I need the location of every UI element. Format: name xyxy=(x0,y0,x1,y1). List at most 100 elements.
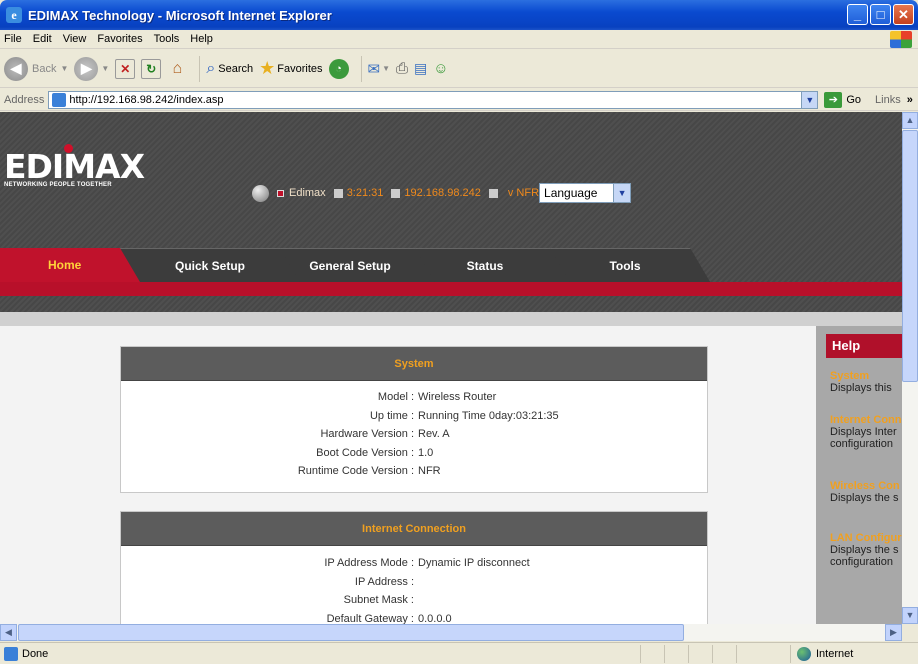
info-row-value: Running Time 0day:03:21:35 xyxy=(418,409,559,422)
scroll-down-icon[interactable]: ▼ xyxy=(902,607,918,624)
tab-tools-label: Tools xyxy=(609,258,641,273)
menu-file[interactable]: File xyxy=(4,33,22,45)
mail-button[interactable]: ✉ ▼ xyxy=(368,60,391,78)
info-row: Boot Code Version : 1.0 xyxy=(121,444,707,463)
info-row-value: Wireless Router xyxy=(418,391,497,404)
printer-icon: ⎙ xyxy=(396,60,409,77)
help-item-desc: configuration xyxy=(830,556,893,568)
maximize-button[interactable]: □ xyxy=(870,4,891,25)
page-header: EDIMAX NETWORKING PEOPLE TOGETHER Edimax… xyxy=(0,112,902,312)
help-title: Help xyxy=(826,334,902,358)
info-row-label: Boot Code Version : xyxy=(316,446,414,459)
media-button[interactable]: ◔ xyxy=(328,58,349,79)
scroll-right-icon[interactable]: ▶ xyxy=(885,624,902,641)
tab-underline-bar xyxy=(0,282,902,296)
print-button[interactable]: ⎙ xyxy=(396,60,408,77)
help-item-title[interactable]: Internet Conn xyxy=(830,414,902,426)
security-zone: Internet xyxy=(790,644,854,663)
address-bar: Address http://192.168.98.242/index.asp … xyxy=(0,89,918,111)
tab-status-label: Status xyxy=(466,258,504,273)
minimize-button[interactable]: _ xyxy=(847,4,868,25)
messenger-icon: ☺ xyxy=(433,60,449,77)
address-dropdown-icon[interactable]: ▼ xyxy=(801,91,818,108)
separator-icon xyxy=(391,188,401,198)
help-item: LAN Configur Displays the s configuratio… xyxy=(830,532,902,568)
language-select[interactable]: Language ▼ xyxy=(539,183,632,203)
help-item: Wireless Con Displays the s xyxy=(830,480,902,504)
info-row: Hardware Version : Rev. A xyxy=(121,425,707,444)
windows-logo-icon xyxy=(890,31,912,48)
system-panel: System Model : Wireless Router Up time : Ru… xyxy=(120,346,708,493)
star-icon: ★ xyxy=(259,58,276,78)
separator-icon xyxy=(488,188,498,198)
help-item-desc: configuration xyxy=(830,438,893,450)
chevron-down-icon: ▼ xyxy=(613,184,631,202)
edit-button[interactable]: ▤ xyxy=(414,60,427,77)
info-row: Up time : Running Time 0day:03:21:35 xyxy=(121,407,707,426)
bullet-icon xyxy=(277,189,284,197)
info-row-label: Up time : xyxy=(369,409,414,422)
refresh-button[interactable]: ↻ xyxy=(141,58,162,79)
page-done-icon xyxy=(4,646,18,661)
menu-tools[interactable]: Tools xyxy=(154,33,180,45)
nav-tabs: Tools Status General Setup Quick Setup H… xyxy=(0,248,902,282)
forward-button[interactable]: ▶ ▼ xyxy=(74,56,109,81)
help-item: System Displays this xyxy=(830,370,902,394)
info-row-label: Subnet Mask : xyxy=(343,594,414,607)
horizontal-scrollbar[interactable]: ◀ ▶ xyxy=(0,624,902,641)
zone-label: Internet xyxy=(816,647,854,660)
search-button[interactable]: ⌕ Search xyxy=(206,60,253,78)
mail-icon: ✉ xyxy=(367,60,381,78)
page-icon xyxy=(52,92,67,107)
help-item-title[interactable]: LAN Configur xyxy=(830,532,902,544)
menu-view[interactable]: View xyxy=(63,33,87,45)
status-text: Done xyxy=(22,647,49,660)
go-label: Go xyxy=(846,93,862,106)
links-chevron-icon[interactable]: » xyxy=(907,94,913,106)
info-line: Edimax 3:21:31 192.168.98.242 v NFR Lang… xyxy=(252,183,632,203)
close-button[interactable]: ✕ xyxy=(893,4,914,25)
scroll-up-icon[interactable]: ▲ xyxy=(902,112,918,129)
scroll-thumb[interactable] xyxy=(902,130,918,382)
edimax-logo: EDIMAX NETWORKING PEOPLE TOGETHER xyxy=(4,144,145,188)
home-button[interactable]: ⌂ xyxy=(167,59,187,79)
menu-favorites[interactable]: Favorites xyxy=(97,33,142,45)
info-row: Default Gateway : 0.0.0.0 xyxy=(121,610,707,624)
info-row-label: IP Address Mode : xyxy=(324,557,414,570)
help-item-desc: Displays this xyxy=(830,382,892,394)
help-item-title[interactable]: Wireless Con xyxy=(830,480,902,492)
menu-edit[interactable]: Edit xyxy=(33,33,52,45)
tab-home[interactable]: Home xyxy=(0,248,140,282)
info-row: Subnet Mask : xyxy=(121,591,707,610)
vertical-scrollbar[interactable]: ▲ ▼ xyxy=(902,112,918,624)
help-item-title[interactable]: System xyxy=(830,370,902,382)
home-icon: ⌂ xyxy=(172,59,183,77)
ie-icon: e xyxy=(6,7,22,23)
info-row: IP Address : xyxy=(121,573,707,592)
menu-help[interactable]: Help xyxy=(190,33,213,45)
info-row-value: Rev. A xyxy=(418,428,450,441)
tab-home-label: Home xyxy=(48,258,82,272)
stop-button[interactable]: ✕ xyxy=(115,58,136,79)
device-time: 3:21:31 xyxy=(346,187,384,199)
info-row: Model : Wireless Router xyxy=(121,388,707,407)
scroll-left-icon[interactable]: ◀ xyxy=(0,624,17,641)
help-item: Internet Conn Displays Inter configurati… xyxy=(830,414,902,450)
info-row-value: NFR xyxy=(418,465,441,478)
back-button[interactable]: ◀ Back ▼ xyxy=(4,56,68,81)
messenger-button[interactable]: ☺ xyxy=(433,60,448,77)
title-bar: e EDIMAX Technology - Microsoft Internet… xyxy=(0,0,918,30)
info-row-value: 0.0.0.0 xyxy=(418,612,452,624)
info-row: Runtime Code Version : NFR xyxy=(121,462,707,481)
tab-quick-setup[interactable]: Quick Setup xyxy=(120,248,300,282)
edit-icon: ▤ xyxy=(414,60,428,76)
info-row-label: Model : xyxy=(377,391,414,404)
back-label: Back xyxy=(32,62,57,75)
toolbar: ◀ Back ▼ ▶ ▼ ✕ ↻ ⌂ ⌕ Search ★ Favorites … xyxy=(0,50,918,88)
links-button[interactable]: Links xyxy=(875,94,901,106)
device-name: Edimax xyxy=(289,187,326,199)
address-input[interactable]: http://192.168.98.242/index.asp ▼ xyxy=(48,90,819,109)
scroll-thumb[interactable] xyxy=(18,624,684,641)
go-button[interactable]: ➔ Go xyxy=(824,91,862,108)
favorites-button[interactable]: ★ Favorites xyxy=(259,58,322,79)
